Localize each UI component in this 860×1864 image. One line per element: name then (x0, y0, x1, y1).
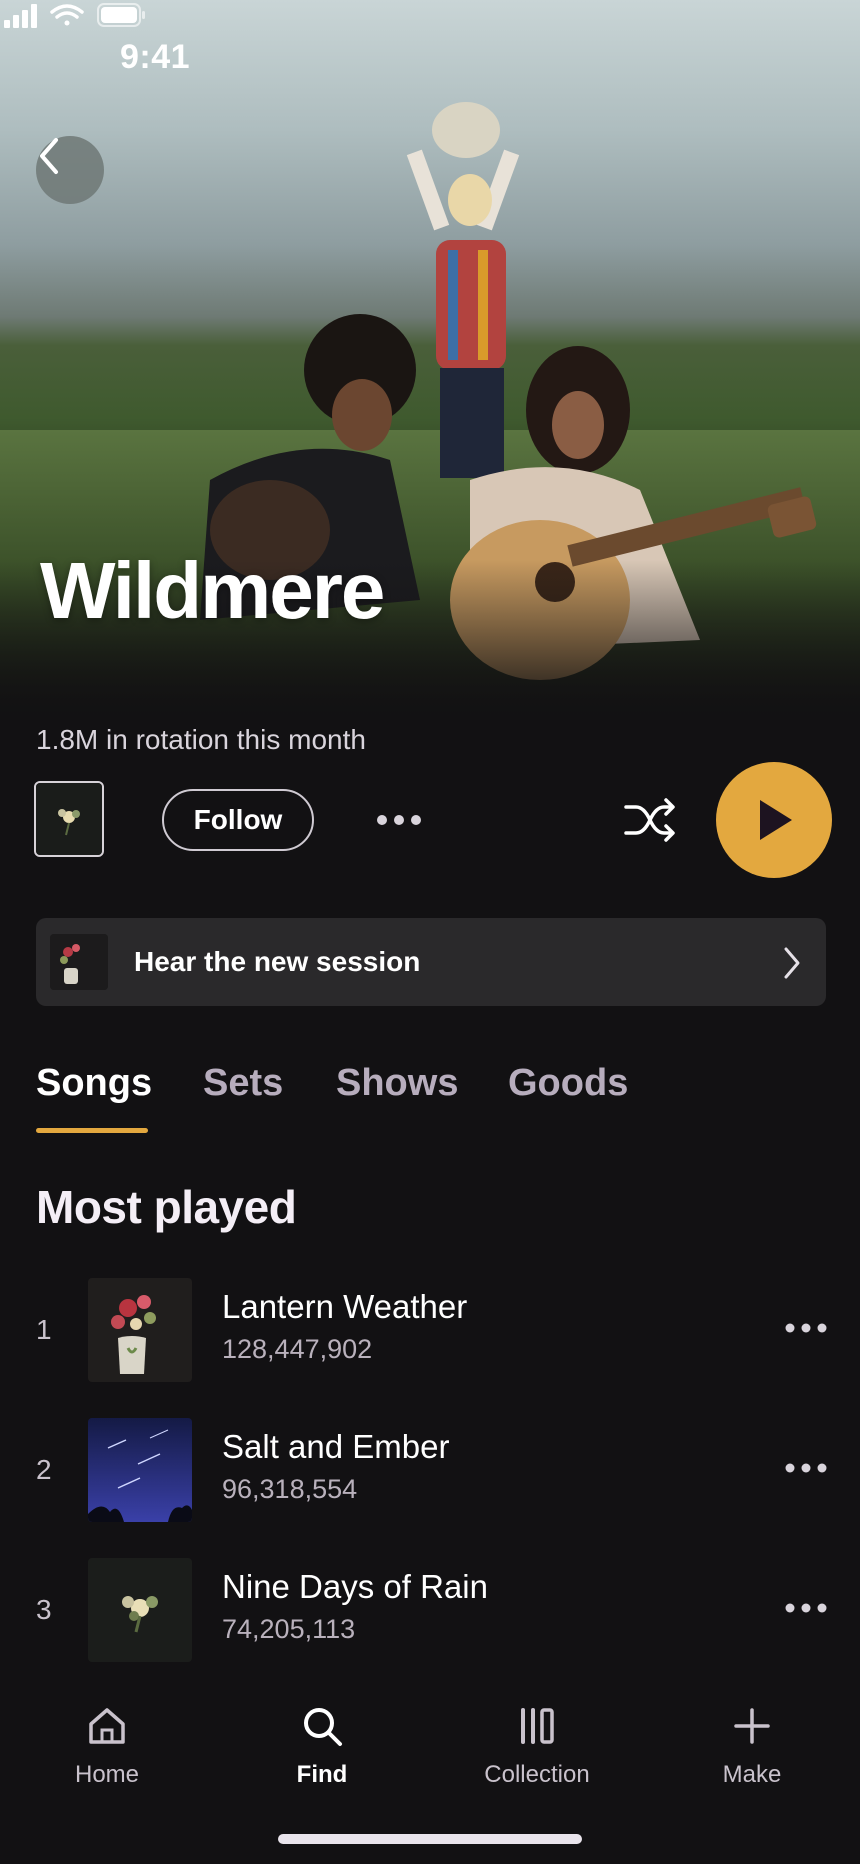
more-options-icon[interactable] (784, 1316, 828, 1340)
more-options-icon[interactable] (784, 1456, 828, 1480)
shuffle-icon[interactable] (622, 795, 678, 845)
night-sky-art (88, 1418, 192, 1522)
play-button[interactable] (716, 762, 832, 878)
track-rank: 3 (36, 1594, 52, 1625)
nav-label: Collection (484, 1761, 590, 1788)
nav-home[interactable]: Home (27, 1704, 187, 1789)
more-options-icon[interactable] (374, 805, 424, 835)
nav-label: Make (722, 1761, 782, 1788)
track-play-count: 128,447,902 (222, 1334, 373, 1364)
nav-label: Home (74, 1761, 140, 1788)
signal-icon (4, 4, 37, 28)
monthly-listeners: 1.8M in rotation this month (36, 724, 366, 755)
tab-shows[interactable]: Shows (336, 1062, 458, 1105)
track-row[interactable]: 1 Lantern Weather 128,447,902 (0, 1278, 860, 1388)
track-play-count: 96,318,554 (222, 1474, 358, 1504)
search-icon (304, 1708, 342, 1746)
nav-label: Find (296, 1761, 348, 1788)
chevron-left-icon (40, 138, 58, 174)
tab-goods[interactable]: Goods (508, 1062, 628, 1105)
track-row[interactable]: 2 Salt and Ember 96,318,554 (0, 1418, 860, 1528)
banner-label: Hear the new session (134, 946, 421, 977)
bouquet-art (88, 1558, 192, 1662)
track-title: Nine Days of Rain (222, 1568, 488, 1605)
home-indicator (278, 1834, 582, 1844)
track-rank: 1 (36, 1314, 52, 1345)
new-session-banner[interactable]: Hear the new session (36, 918, 826, 1006)
more-options-icon[interactable] (784, 1596, 828, 1620)
artist-avatar-thumbnail[interactable] (34, 781, 104, 857)
home-icon (89, 1708, 125, 1744)
track-play-count: 74,205,113 (222, 1614, 356, 1644)
flower-vase-art (88, 1278, 192, 1382)
library-icon (521, 1708, 554, 1744)
artist-name: Wildmere (40, 546, 385, 635)
back-button[interactable] (36, 136, 104, 204)
nav-collection[interactable]: Collection (457, 1704, 617, 1789)
session-thumbnail (50, 934, 108, 990)
track-artwork (88, 1558, 192, 1662)
tab-sets[interactable]: Sets (203, 1062, 283, 1105)
wifi-icon (50, 4, 84, 26)
status-icons (4, 3, 145, 28)
track-artwork (88, 1278, 192, 1382)
chevron-right-icon (784, 947, 800, 979)
track-row[interactable]: 3 Nine Days of Rain 74,205,113 (0, 1558, 860, 1668)
track-title: Lantern Weather (222, 1288, 468, 1325)
bouquet-art (36, 783, 102, 855)
track-rank: 2 (36, 1454, 52, 1485)
track-artwork (88, 1418, 192, 1522)
follow-button[interactable]: Follow (162, 789, 314, 851)
section-title: Most played (36, 1181, 297, 1233)
tab-songs[interactable]: Songs (36, 1062, 152, 1105)
battery-icon (97, 3, 145, 27)
flower-vase-art (50, 934, 108, 990)
nav-make[interactable]: Make (672, 1704, 832, 1789)
play-icon (760, 800, 792, 840)
status-bar: 9:41 (0, 0, 860, 110)
status-time: 9:41 (120, 38, 191, 76)
nav-find[interactable]: Find (242, 1704, 402, 1789)
hero-image: 9:41 Wildmere (0, 0, 860, 720)
track-title: Salt and Ember (222, 1428, 450, 1465)
active-tab-indicator (36, 1128, 148, 1133)
plus-icon (734, 1708, 770, 1744)
